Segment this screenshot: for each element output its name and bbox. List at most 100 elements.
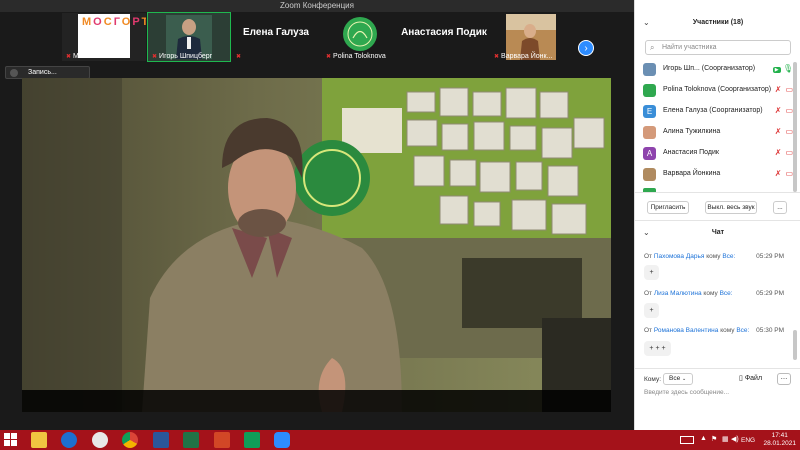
avatar: A — [643, 147, 656, 160]
participants-more-button[interactable]: ... — [773, 201, 787, 214]
mic-muted-icon: ✖ — [236, 54, 242, 60]
clock-time: 17:41 — [771, 432, 788, 439]
logo-letter: М — [82, 16, 94, 28]
video-off-icon: ▭ — [785, 85, 793, 94]
recipient-link[interactable]: Все: — [722, 253, 735, 260]
message-time: 05:29 PM — [756, 290, 784, 297]
chat-title: Чат — [711, 229, 725, 236]
chat-bubble: + — [644, 303, 659, 318]
zoom-icon[interactable] — [274, 432, 290, 448]
video-off-icon: ▭ — [785, 106, 793, 115]
recipient-link[interactable]: Все: — [720, 290, 733, 297]
mic-muted-icon[interactable]: ✗ — [775, 148, 782, 157]
video-on-icon: ▶ — [772, 67, 781, 73]
invite-button[interactable]: Пригласить — [647, 201, 689, 214]
logo-letter: О — [121, 16, 133, 28]
search-placeholder: Найти участника — [662, 44, 717, 51]
participant-row[interactable]: A Анастасия Подик ✗ ▭ — [643, 145, 793, 163]
tile-name: Polina Toloknova — [333, 53, 386, 60]
gallery-tile-polina[interactable]: ✖ Polina Toloknova — [322, 13, 398, 61]
chevron-down-icon: ⌄ — [682, 376, 687, 382]
start-button[interactable] — [4, 433, 18, 447]
logo-letter: Р — [132, 16, 142, 28]
powerpoint-icon[interactable] — [214, 432, 230, 448]
gallery-tile-varvara[interactable]: ✖ Варвара Йонк... — [490, 13, 572, 61]
keyboard-icon[interactable] — [680, 436, 694, 444]
logo-letter: Т — [142, 16, 146, 28]
chat-input[interactable]: Введите здесь сообщение... — [644, 389, 729, 396]
participant-row[interactable]: Игорь Шп... (Соорганизатор) ▶ 🎙 — [643, 61, 793, 79]
tile-name: Анастасия Подик — [401, 27, 487, 38]
participant-name: Варвара Йонкина — [663, 170, 721, 177]
gallery-tile-anastasia[interactable]: Анастасия Подик — [400, 13, 488, 61]
chat-message-meta: От Пахомова Дарья кому Все: 05:29 PM — [644, 253, 784, 260]
green-app-icon[interactable] — [244, 432, 260, 448]
recording-label: Запись... — [28, 69, 57, 76]
participant-row[interactable]: E Елена Галуза (Соорганизатор) ✗ ▭ — [643, 103, 793, 121]
recipient-select[interactable]: Все ⌄ — [663, 373, 693, 385]
gallery-strip: МОСГОРТУР ✖МОСТОРУР ✖Игорь Шпицберг Елен… — [0, 12, 634, 62]
language-indicator[interactable]: ENG — [741, 437, 755, 444]
gallery-tile-elena[interactable]: Елена Галуза ✖ — [232, 13, 320, 61]
mic-icon[interactable]: 🎙 — [783, 64, 793, 73]
system-clock[interactable]: 17:41 28.01.2021 — [763, 432, 796, 448]
media-player-icon[interactable] — [92, 432, 108, 448]
chevron-down-icon[interactable]: ⌄ — [643, 222, 650, 244]
participant-row[interactable]: Варвара Йонкина ✗ ▭ — [643, 166, 793, 184]
volume-icon[interactable]: ◀) — [731, 435, 739, 443]
word-icon[interactable] — [153, 432, 169, 448]
chat-bubble: + + + — [644, 341, 671, 356]
mute-all-button[interactable]: Выкл. весь звук — [705, 201, 757, 214]
participant-name: Елена Галуза (Соорганизатор) — [663, 107, 763, 114]
main-speaker-video — [22, 78, 611, 412]
mic-muted-icon[interactable]: ✗ — [775, 106, 782, 115]
mic-muted-icon[interactable]: ✗ — [775, 169, 782, 178]
participants-scrollbar[interactable] — [793, 62, 797, 192]
avatar — [643, 63, 656, 76]
participants-header: ⌄ Участники (18) — [635, 12, 800, 34]
tile-name: Варвара Йонк... — [501, 53, 553, 60]
video-off-icon: ▭ — [785, 127, 793, 136]
flag-icon[interactable]: ⚑ — [711, 435, 717, 443]
participants-title: Участники (18) — [692, 19, 744, 26]
participant-row[interactable]: Polina Toloknova (Соорганизатор) ✗ ▭ — [643, 82, 793, 100]
divider — [635, 192, 800, 193]
message-time: 05:29 PM — [756, 253, 784, 260]
tile-name: МОСТОРУР — [73, 53, 113, 60]
file-explorer-icon[interactable] — [31, 432, 47, 448]
participant-name: Polina Toloknova (Соорганизатор) — [663, 86, 772, 93]
file-icon: ▯ — [739, 375, 743, 382]
search-icon: ⌕ — [650, 43, 655, 52]
message-time: 05:30 PM — [756, 327, 784, 334]
chat-header: ⌄ Чат — [635, 222, 800, 244]
video-off-icon: ▭ — [785, 148, 793, 157]
divider — [635, 220, 800, 221]
mic-muted-icon[interactable]: ✗ — [775, 85, 782, 94]
chrome-icon[interactable] — [122, 432, 138, 448]
participant-search-input[interactable]: ⌕ Найти участника — [645, 40, 791, 55]
chat-message-meta: От Романова Валентина кому Все: 05:30 PM — [644, 327, 784, 334]
chat-more-button[interactable]: … — [777, 373, 791, 385]
logo-letter: Г — [113, 16, 122, 28]
sender-link[interactable]: Лиза Малютина — [654, 290, 702, 297]
tile-name: Елена Галуза — [243, 27, 309, 38]
file-button[interactable]: ▯ Файл — [739, 374, 762, 382]
tray-up-icon[interactable]: ▲ — [700, 435, 707, 442]
gallery-tile-igor[interactable]: ✖ Игорь Шпицберг — [147, 12, 231, 62]
sender-link[interactable]: Пахомова Дарья — [654, 253, 705, 260]
recipient-link[interactable]: Все: — [736, 327, 749, 334]
internet-explorer-icon[interactable] — [61, 432, 77, 448]
gallery-tile-mostorur[interactable]: МОСГОРТУР ✖МОСТОРУР — [62, 13, 146, 61]
chat-scrollbar[interactable] — [793, 330, 797, 360]
mic-muted-icon[interactable]: ✗ — [775, 127, 782, 136]
sender-link[interactable]: Романова Валентина — [654, 327, 719, 334]
logo-letter: О — [93, 16, 104, 28]
chevron-down-icon[interactable]: ⌄ — [643, 12, 650, 34]
window-title: Zoom Конференция — [0, 0, 634, 12]
network-icon[interactable]: ▦ — [722, 435, 729, 443]
mic-muted-icon: ✖ — [326, 54, 332, 60]
side-panel: ⌄ Участники (18) ⌕ Найти участника Игорь… — [634, 0, 800, 430]
participant-row[interactable]: Алина Тужилкина ✗ ▭ — [643, 124, 793, 142]
excel-icon[interactable] — [183, 432, 199, 448]
next-page-arrow-icon[interactable]: › — [578, 40, 594, 56]
